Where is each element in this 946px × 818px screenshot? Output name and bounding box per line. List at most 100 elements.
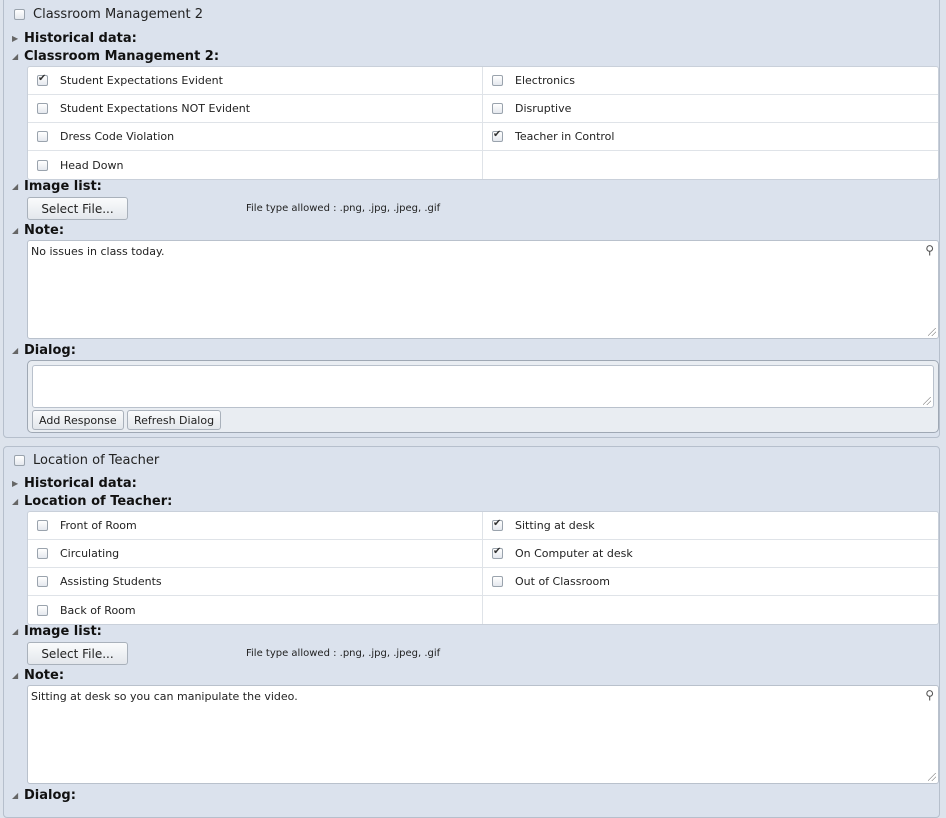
option-label: Electronics	[515, 74, 575, 87]
option-item[interactable]: Circulating	[28, 540, 483, 567]
option-label: Disruptive	[515, 102, 572, 115]
triangle-down-icon: ◢	[12, 627, 19, 636]
empty-cell	[483, 596, 938, 624]
resize-grip-icon[interactable]	[928, 328, 936, 336]
comment-icon[interactable]: ⚲	[925, 243, 934, 257]
option-item[interactable]: Disruptive	[483, 95, 938, 122]
options-row: Dress Code Violation Teacher in Control	[28, 123, 938, 151]
note-toggle[interactable]: ◢ Note:	[12, 223, 64, 238]
file-type-hint: File type allowed : .png, .jpg, .jpeg, .…	[246, 648, 441, 659]
option-item[interactable]: Student Expectations NOT Evident	[28, 95, 483, 122]
section-panel-classroom-management: Classroom Management 2 ▶ Historical data…	[3, 0, 940, 438]
option-label: Teacher in Control	[515, 130, 615, 143]
image-list-toggle[interactable]: ◢ Image list:	[12, 624, 102, 639]
note-textarea[interactable]: No issues in class today. ⚲	[27, 240, 939, 339]
historical-data-toggle[interactable]: ▶ Historical data:	[12, 31, 137, 46]
group-toggle[interactable]: ◢ Location of Teacher:	[12, 494, 172, 509]
file-type-hint: File type allowed : .png, .jpg, .jpeg, .…	[246, 203, 441, 214]
option-checkbox[interactable]	[492, 129, 503, 142]
resize-grip-icon[interactable]	[928, 773, 936, 781]
note-toggle[interactable]: ◢ Note:	[12, 668, 64, 683]
option-item[interactable]: Head Down	[28, 151, 483, 179]
option-checkbox[interactable]	[492, 75, 503, 86]
options-row: Circulating On Computer at desk	[28, 540, 938, 568]
option-item[interactable]: Teacher in Control	[483, 123, 938, 150]
historical-data-toggle[interactable]: ▶ Historical data:	[12, 476, 137, 491]
resize-grip-icon[interactable]	[923, 397, 931, 405]
option-label: On Computer at desk	[515, 547, 633, 560]
note-text: No issues in class today.	[31, 245, 165, 258]
option-item[interactable]: Out of Classroom	[483, 568, 938, 595]
option-checkbox[interactable]	[37, 576, 48, 587]
option-label: Out of Classroom	[515, 575, 610, 588]
group-toggle[interactable]: ◢ Classroom Management 2:	[12, 49, 219, 64]
section-select-checkbox[interactable]	[14, 455, 25, 466]
option-item[interactable]: Dress Code Violation	[28, 123, 483, 150]
option-item[interactable]: Back of Room	[28, 596, 483, 624]
option-checkbox[interactable]	[37, 73, 48, 86]
option-checkbox[interactable]	[37, 604, 48, 616]
section-title: Classroom Management 2	[33, 7, 204, 22]
option-item[interactable]: Electronics	[483, 67, 938, 94]
options-row: Assisting Students Out of Classroom	[28, 568, 938, 596]
option-label: Sitting at desk	[515, 519, 595, 532]
option-item[interactable]: Front of Room	[28, 512, 483, 539]
option-item[interactable]: Sitting at desk	[483, 512, 938, 539]
note-textarea[interactable]: Sitting at desk so you can manipulate th…	[27, 685, 939, 784]
historical-data-label: Historical data:	[24, 476, 137, 491]
option-checkbox[interactable]	[37, 159, 48, 171]
options-grid: Student Expectations Evident Electronics…	[27, 66, 939, 180]
group-label: Location of Teacher:	[24, 494, 173, 509]
option-label: Circulating	[60, 547, 120, 560]
section-select-checkbox[interactable]	[14, 9, 25, 20]
triangle-down-icon: ◢	[12, 182, 19, 191]
section-header[interactable]: Location of Teacher	[14, 453, 159, 468]
empty-cell	[483, 151, 938, 179]
triangle-right-icon: ▶	[12, 34, 19, 43]
options-row: Student Expectations Evident Electronics	[28, 67, 938, 95]
dialog-toggle[interactable]: ◢ Dialog:	[12, 788, 76, 803]
image-list-toggle[interactable]: ◢ Image list:	[12, 179, 102, 194]
options-grid: Front of Room Sitting at desk Circulatin…	[27, 511, 939, 625]
image-list-label: Image list:	[24, 624, 102, 639]
option-checkbox[interactable]	[492, 518, 503, 531]
option-checkbox[interactable]	[492, 103, 503, 114]
options-row: Head Down	[28, 151, 938, 179]
option-checkbox[interactable]	[37, 548, 48, 559]
option-item[interactable]: Student Expectations Evident	[28, 67, 483, 94]
dialog-label: Dialog:	[24, 788, 76, 803]
note-text: Sitting at desk so you can manipulate th…	[31, 690, 298, 703]
note-label: Note:	[24, 223, 65, 238]
triangle-right-icon: ▶	[12, 479, 19, 488]
comment-icon[interactable]: ⚲	[925, 688, 934, 702]
option-checkbox[interactable]	[37, 520, 48, 531]
add-response-button[interactable]: Add Response	[32, 410, 124, 430]
triangle-down-icon: ◢	[12, 497, 19, 506]
section-header[interactable]: Classroom Management 2	[14, 7, 203, 22]
options-row: Back of Room	[28, 596, 938, 624]
option-checkbox[interactable]	[492, 576, 503, 587]
dialog-input[interactable]	[32, 365, 934, 408]
refresh-dialog-button[interactable]: Refresh Dialog	[127, 410, 222, 430]
dialog-label: Dialog:	[24, 343, 76, 358]
option-item[interactable]: On Computer at desk	[483, 540, 938, 567]
option-checkbox[interactable]	[492, 546, 503, 559]
option-checkbox[interactable]	[37, 103, 48, 114]
option-label: Back of Room	[60, 603, 136, 617]
option-checkbox[interactable]	[37, 131, 48, 142]
option-label: Assisting Students	[60, 575, 162, 588]
select-file-button[interactable]: Select File...	[27, 197, 128, 220]
dialog-toggle[interactable]: ◢ Dialog:	[12, 343, 76, 358]
option-item[interactable]: Assisting Students	[28, 568, 483, 595]
options-row: Student Expectations NOT Evident Disrupt…	[28, 95, 938, 123]
section-title: Location of Teacher	[33, 453, 160, 468]
option-label: Student Expectations NOT Evident	[60, 102, 251, 115]
triangle-down-icon: ◢	[12, 791, 19, 800]
group-label: Classroom Management 2:	[24, 49, 220, 64]
image-list-label: Image list:	[24, 179, 102, 194]
option-label: Front of Room	[60, 519, 137, 532]
select-file-button[interactable]: Select File...	[27, 642, 128, 665]
triangle-down-icon: ◢	[12, 671, 19, 680]
dialog-box: Add Response Refresh Dialog	[27, 360, 939, 433]
option-label: Student Expectations Evident	[60, 74, 223, 87]
